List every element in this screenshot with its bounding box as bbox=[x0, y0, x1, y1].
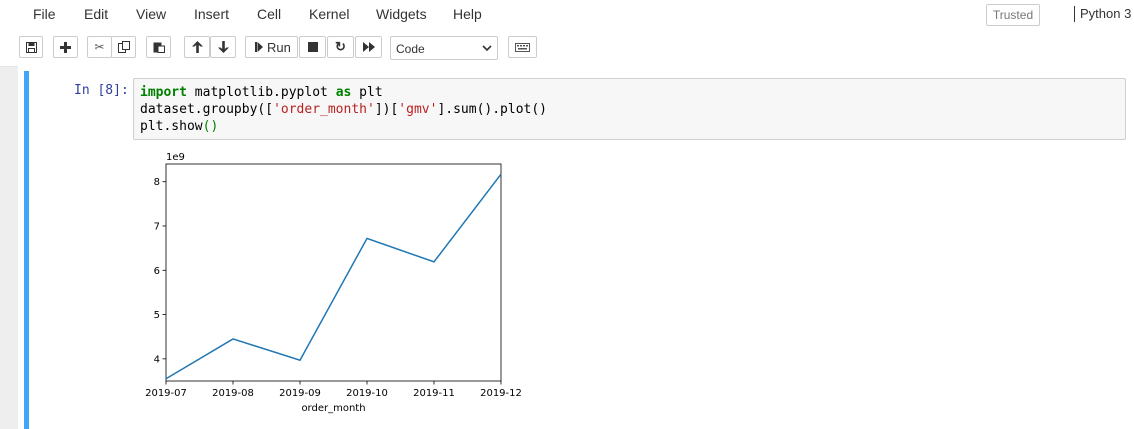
y-tick-label: 7 bbox=[154, 222, 160, 233]
cell-type-select[interactable]: Code bbox=[390, 36, 498, 60]
step-forward-icon bbox=[255, 42, 263, 52]
cut-button[interactable]: ✂ bbox=[87, 36, 112, 58]
code-text: ].sum().plot() bbox=[437, 102, 548, 117]
y-tick-label: 8 bbox=[154, 177, 160, 188]
toolbar: ✂ Run ↻ bbox=[0, 30, 1134, 67]
arrow-up-icon bbox=[191, 41, 203, 53]
cell-type-value: Code bbox=[396, 42, 425, 56]
keyboard-icon bbox=[515, 42, 530, 52]
menu-edit[interactable]: Edit bbox=[84, 6, 108, 22]
menubar: File Edit View Insert Cell Kernel Widget… bbox=[0, 0, 1134, 30]
refresh-icon: ↻ bbox=[335, 39, 346, 54]
selected-cell-indicator bbox=[24, 71, 29, 429]
fast-forward-icon bbox=[362, 42, 375, 52]
y-tick-label: 4 bbox=[154, 354, 160, 365]
x-tick-label: 2019-09 bbox=[279, 388, 321, 399]
code-content: import matplotlib.pyplot as plt dataset.… bbox=[140, 84, 547, 135]
copy-icon bbox=[117, 41, 130, 53]
paste-icon bbox=[153, 41, 165, 53]
menu-kernel[interactable]: Kernel bbox=[309, 6, 349, 22]
scissors-icon: ✂ bbox=[94, 40, 105, 54]
y-offset-label: 1e9 bbox=[166, 152, 185, 163]
x-tick-label: 2019-10 bbox=[346, 388, 388, 399]
x-axis-label: order_month bbox=[301, 403, 365, 414]
move-up-button[interactable] bbox=[184, 36, 210, 58]
x-tick-label: 2019-08 bbox=[212, 388, 254, 399]
code-text: plt.show bbox=[140, 119, 203, 134]
command-palette-button[interactable] bbox=[508, 36, 537, 58]
menu-cell[interactable]: Cell bbox=[257, 6, 281, 22]
code-parens: () bbox=[202, 119, 219, 134]
code-string: 'gmv' bbox=[398, 102, 438, 117]
menu-file[interactable]: File bbox=[33, 6, 56, 22]
copy-button[interactable] bbox=[111, 36, 136, 58]
menu-insert[interactable]: Insert bbox=[194, 6, 229, 22]
code-text: dataset.groupby([ bbox=[140, 102, 274, 117]
menu-widgets[interactable]: Widgets bbox=[376, 6, 427, 22]
x-tick-label: 2019-11 bbox=[413, 388, 455, 399]
y-tick-label: 6 bbox=[154, 266, 160, 277]
arrow-down-icon bbox=[217, 41, 229, 53]
run-label: Run bbox=[267, 39, 291, 55]
code-keyword: as bbox=[335, 85, 352, 100]
code-text: ])[ bbox=[374, 102, 399, 117]
x-tick-label: 2019-07 bbox=[145, 388, 187, 399]
input-prompt: In [8]: bbox=[74, 83, 129, 98]
interrupt-kernel-button[interactable] bbox=[299, 36, 326, 58]
code-string: 'order_month' bbox=[273, 102, 375, 117]
save-button[interactable] bbox=[19, 36, 43, 58]
run-button[interactable]: Run bbox=[245, 36, 298, 58]
move-down-button[interactable] bbox=[210, 36, 236, 58]
save-icon bbox=[25, 41, 37, 53]
plus-icon bbox=[60, 41, 71, 53]
y-tick-label: 5 bbox=[154, 310, 160, 321]
code-editor[interactable]: import matplotlib.pyplot as plt dataset.… bbox=[133, 78, 1126, 140]
restart-kernel-button[interactable]: ↻ bbox=[327, 36, 354, 58]
menu-help[interactable]: Help bbox=[453, 6, 482, 22]
code-text: plt bbox=[351, 85, 383, 100]
code-keyword: import bbox=[140, 85, 187, 100]
chevron-down-icon bbox=[482, 42, 492, 56]
restart-run-all-button[interactable] bbox=[355, 36, 382, 58]
insert-cell-button[interactable] bbox=[53, 36, 78, 58]
trusted-indicator[interactable]: Trusted bbox=[986, 4, 1040, 26]
stop-icon bbox=[307, 42, 318, 52]
code-text: matplotlib.pyplot bbox=[186, 85, 336, 100]
paste-button[interactable] bbox=[146, 36, 171, 58]
x-tick-label: 2019-12 bbox=[480, 388, 522, 399]
kernel-name[interactable]: Python 3 bbox=[1074, 6, 1131, 22]
menu-view[interactable]: View bbox=[136, 6, 166, 22]
output-line-chart: 4 5 6 7 8 1e9 2019-07 2019-08 2019-09 2019-10 2019… bbox=[145, 152, 522, 414]
